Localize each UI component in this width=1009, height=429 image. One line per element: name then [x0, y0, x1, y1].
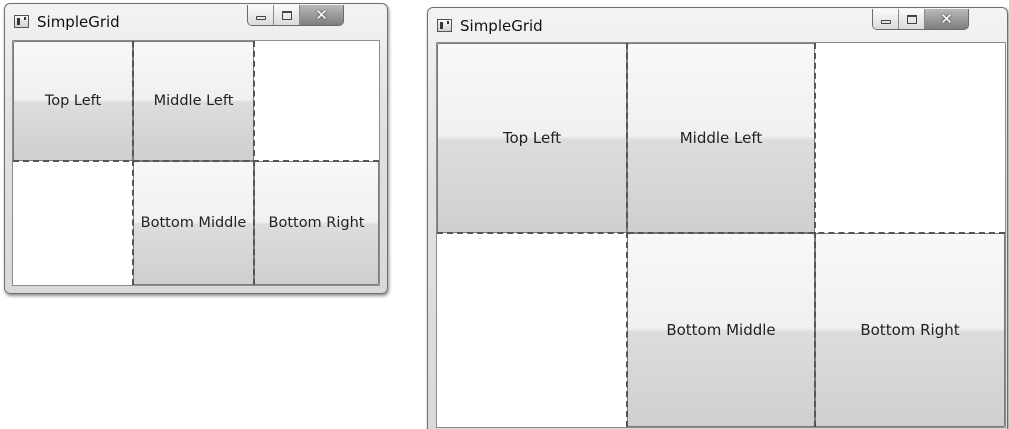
caption-buttons: ✕ — [872, 9, 969, 30]
caption-buttons: ✕ — [247, 5, 344, 26]
top-left-button[interactable]: Top Left — [13, 41, 133, 161]
grid-panel: Top Left Middle Left Bottom Middle Botto… — [436, 42, 1006, 428]
grid-line-horizontal — [437, 232, 1005, 234]
close-button[interactable]: ✕ — [925, 9, 968, 29]
grid-line-vertical — [132, 41, 134, 285]
middle-left-button[interactable]: Middle Left — [627, 43, 815, 233]
title-bar[interactable]: SimpleGrid ✕ — [5, 4, 387, 40]
bottom-right-button[interactable]: Bottom Right — [815, 233, 1005, 427]
bottom-middle-button[interactable]: Bottom Middle — [133, 161, 254, 285]
bottom-right-button[interactable]: Bottom Right — [254, 161, 379, 285]
maximize-button[interactable] — [899, 9, 925, 29]
grid-panel: Top Left Middle Left Bottom Middle Botto… — [12, 40, 380, 286]
minimize-icon — [880, 19, 891, 24]
close-icon: ✕ — [315, 6, 328, 24]
app-icon[interactable] — [14, 15, 29, 28]
minimize-button[interactable] — [248, 5, 274, 25]
minimize-icon — [255, 15, 266, 20]
grid-line-vertical — [253, 41, 255, 285]
simplegrid-window-large: SimpleGrid ✕ Top Left Middle Left Bottom… — [427, 7, 1008, 429]
maximize-icon — [906, 14, 917, 24]
simplegrid-window-small: SimpleGrid ✕ Top Left Middle Left Bottom… — [4, 3, 388, 294]
bottom-middle-button[interactable]: Bottom Middle — [627, 233, 815, 427]
minimize-button[interactable] — [873, 9, 899, 29]
maximize-button[interactable] — [274, 5, 300, 25]
app-icon[interactable] — [437, 19, 452, 32]
close-button[interactable]: ✕ — [300, 5, 343, 25]
top-left-button[interactable]: Top Left — [437, 43, 627, 233]
window-title: SimpleGrid — [460, 17, 543, 35]
middle-left-button[interactable]: Middle Left — [133, 41, 254, 161]
maximize-icon — [281, 10, 292, 20]
close-icon: ✕ — [940, 10, 953, 28]
title-bar[interactable]: SimpleGrid ✕ — [428, 8, 1007, 44]
grid-line-horizontal — [13, 160, 379, 162]
grid-line-vertical — [626, 43, 628, 427]
window-title: SimpleGrid — [37, 13, 120, 31]
grid-line-vertical — [814, 43, 816, 427]
